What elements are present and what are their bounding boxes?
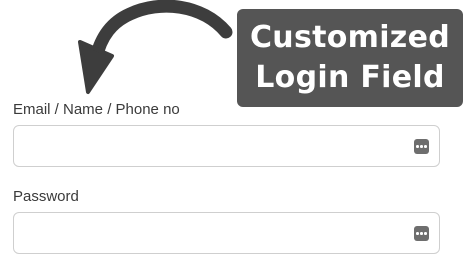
email-field-label: Email / Name / Phone no (13, 101, 180, 118)
password-manager-icon[interactable] (414, 139, 429, 154)
password-field-label: Password (13, 188, 79, 205)
customized-login-field-callout: Customized Login Field (237, 9, 463, 107)
curved-arrow-icon (78, 0, 233, 94)
callout-line-2: Login Field (255, 60, 445, 95)
password-field-container[interactable] (13, 212, 440, 254)
email-field-container[interactable] (13, 125, 440, 167)
password-field[interactable] (14, 213, 404, 253)
email-field[interactable] (14, 126, 404, 166)
callout-line-1: Customized (249, 20, 450, 55)
password-manager-icon[interactable] (414, 226, 429, 241)
